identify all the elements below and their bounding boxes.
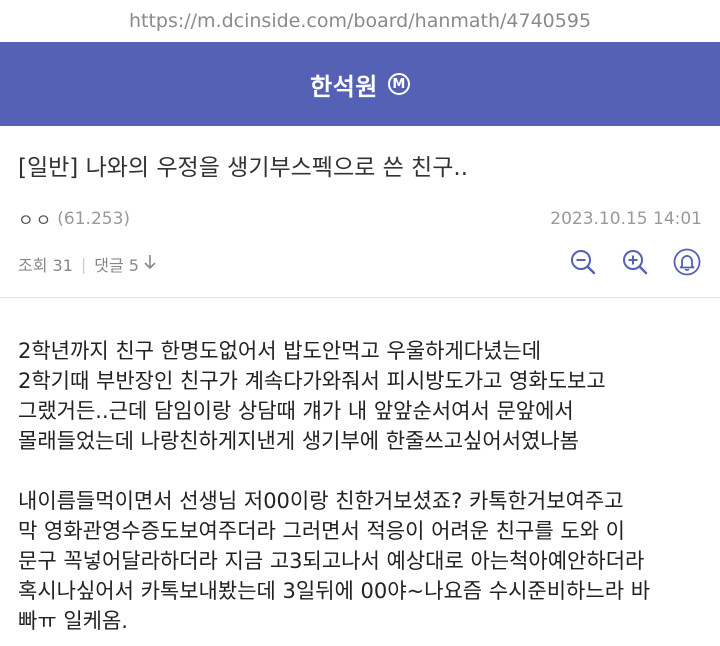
body-line: 그랬거든..근데 담임이랑 상담때 걔가 내 앞앞순서여서 문앞에서 — [18, 399, 574, 423]
post-tools — [568, 248, 702, 280]
manager-badge-icon: M — [387, 73, 410, 95]
post-stats-row: 조회 31 | 댓글 5 — [18, 248, 702, 280]
zoom-in-icon — [621, 248, 649, 280]
author[interactable]: ㅇㅇ (61.253) — [18, 206, 131, 232]
post-header: [일반] 나와의 우정을 생기부스펙으로 쓴 친구.. ㅇㅇ (61.253) 2… — [0, 148, 720, 279]
body-paragraph-1: 2학년까지 친구 한명도없어서 밥도안먹고 우울하게다녔는데 2학기때 부반장인… — [18, 336, 702, 456]
body-line: 혹시나싶어서 카톡보내봤는데 3일뒤에 00야~나요즘 수시준비하느라 바 — [18, 579, 651, 603]
comment-count: 댓글 5 — [94, 256, 139, 275]
body-line: 2학년까지 친구 한명도없어서 밥도안먹고 우울하게다녔는데 — [18, 339, 542, 363]
view-count: 조회 31 — [18, 256, 73, 275]
post-date: 2023.10.15 14:01 — [550, 208, 702, 229]
author-ip: (61.253) — [57, 208, 131, 229]
body-line: 몰래들었는데 나랑친하게지낸게 생기부에 한줄쓰고싶어서였나봄 — [18, 429, 579, 453]
zoom-out-button[interactable] — [568, 249, 598, 279]
zoom-in-button[interactable] — [620, 249, 650, 279]
notify-button[interactable] — [672, 248, 702, 280]
zoom-out-icon — [569, 248, 597, 280]
arrow-down-icon — [143, 254, 157, 274]
body-line: 내이름들먹이면서 선생님 저00이랑 친한거보셨죠? 카톡한거보여주고 — [18, 489, 624, 513]
post-title: [일반] 나와의 우정을 생기부스펙으로 쓴 친구.. — [18, 155, 469, 181]
body-paragraph-2: 내이름들먹이면서 선생님 저00이랑 친한거보셨죠? 카톡한거보여주고 막 영화… — [18, 486, 702, 636]
body-line: 빠ㅠ 일케옴. — [18, 609, 128, 633]
gallery-header: 한석원 M — [0, 42, 720, 126]
author-name: ㅇㅇ — [18, 211, 54, 231]
url-bar[interactable]: https://m.dcinside.com/board/hanmath/474… — [0, 0, 720, 42]
post-stats: 조회 31 | 댓글 5 — [18, 252, 157, 276]
post-body: 2학년까지 친구 한명도없어서 밥도안먹고 우울하게다녔는데 2학기때 부반장인… — [0, 336, 720, 636]
body-line: 막 영화관영수증도보여주더라 그러면서 적응이 어려운 친구를 도와 이 — [18, 519, 626, 543]
bell-icon — [673, 248, 701, 280]
comments-link[interactable]: 댓글 5 — [94, 252, 157, 276]
body-line: 문구 꼭넣어달라하더라 지금 고3되고나서 예상대로 아는척아예안하더라 — [18, 549, 645, 573]
body-line: 2학기때 부반장인 친구가 계속다가와줘서 피시방도가고 영화도보고 — [18, 369, 606, 393]
header-divider — [0, 297, 720, 298]
post-meta: ㅇㅇ (61.253) 2023.10.15 14:01 — [18, 206, 702, 232]
stats-divider: | — [80, 254, 87, 274]
gallery-title[interactable]: 한석원 — [310, 67, 378, 102]
